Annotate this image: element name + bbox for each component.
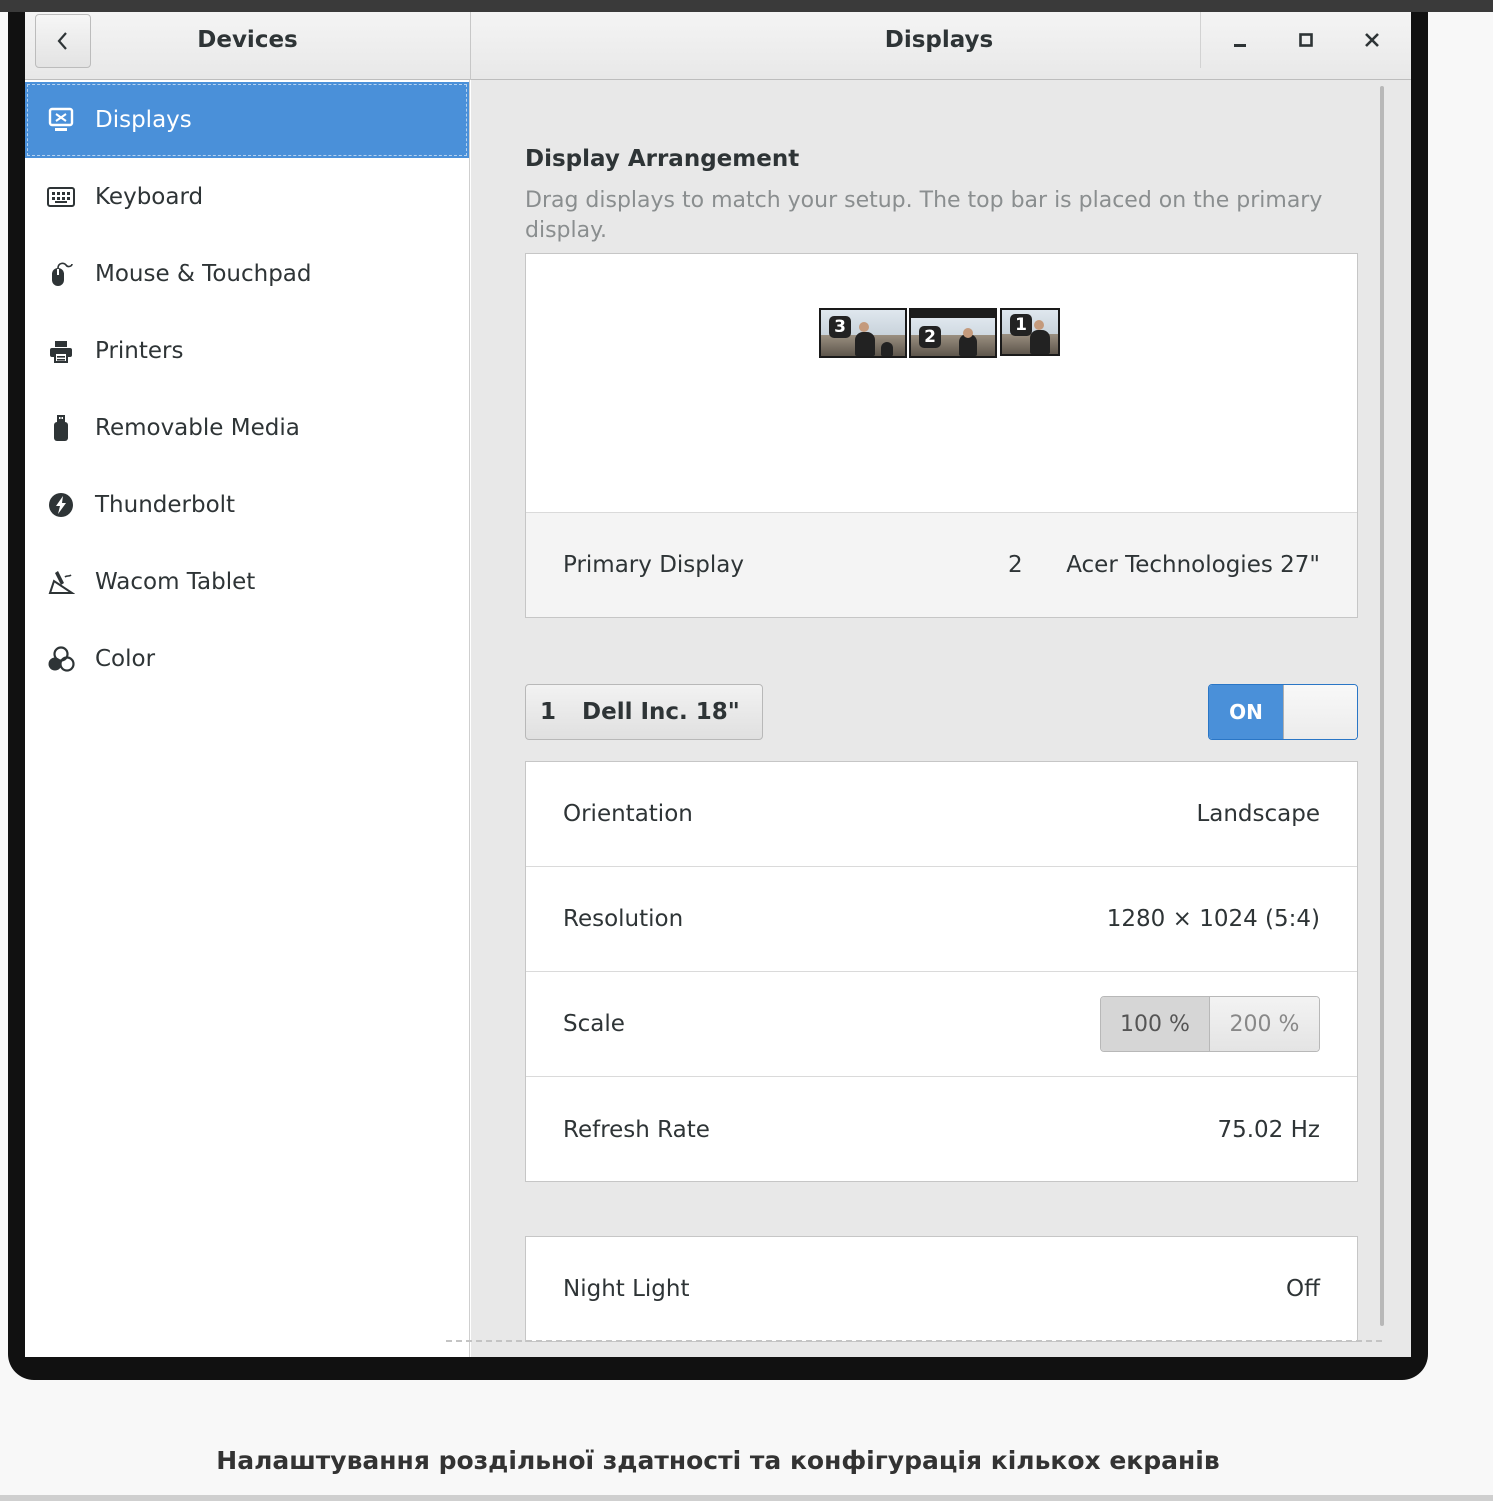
refresh-rate-value: 75.02 Hz	[1217, 1116, 1320, 1143]
wallpaper-figure-head	[859, 322, 869, 332]
section-title: Display Arrangement	[525, 146, 800, 172]
resolution-label: Resolution	[563, 906, 684, 932]
tablet-pen-icon	[47, 568, 75, 596]
monitor-thumbnail-3[interactable]: 3	[819, 308, 907, 358]
resolution-value: 1280 × 1024 (5:4)	[1106, 906, 1320, 932]
orientation-label: Orientation	[563, 801, 693, 827]
sidebar-item-label: Displays	[95, 107, 192, 133]
scale-option-200[interactable]: 200 %	[1210, 997, 1319, 1051]
sidebar-item-thunderbolt[interactable]: Thunderbolt	[25, 467, 469, 543]
thunderbolt-icon	[47, 491, 75, 519]
sidebar-item-label: Color	[95, 646, 156, 672]
orientation-value: Landscape	[1196, 801, 1320, 827]
switch-knob	[1283, 685, 1357, 739]
close-icon	[1365, 33, 1379, 47]
monitor-thumbnail-1[interactable]: 1	[1000, 308, 1060, 356]
mouse-icon	[47, 260, 75, 288]
minimize-icon	[1234, 44, 1246, 47]
sidebar-title: Devices	[197, 27, 298, 53]
selected-display-number: 1	[540, 699, 557, 725]
bottom-page-edge	[0, 1495, 1493, 1501]
displays-panel: Display Arrangement Drag displays to mat…	[471, 80, 1411, 1357]
sidebar-item-label: Printers	[95, 338, 184, 364]
sidebar-item-label: Wacom Tablet	[95, 569, 256, 595]
section-description: Drag displays to match your setup. The t…	[525, 188, 1323, 243]
refresh-rate-row[interactable]: Refresh Rate 75.02 Hz	[526, 1077, 1357, 1182]
maximize-icon	[1299, 33, 1313, 47]
orientation-row[interactable]: Orientation Landscape	[526, 762, 1357, 867]
sidebar-item-label: Keyboard	[95, 184, 204, 210]
sidebar-item-wacom-tablet[interactable]: Wacom Tablet	[25, 544, 469, 620]
sidebar-item-displays[interactable]: Displays	[25, 82, 469, 158]
sidebar-item-printers[interactable]: Printers	[25, 313, 469, 389]
scale-toggle-group: 100 % 200 %	[1100, 996, 1320, 1052]
night-light-label: Night Light	[563, 1276, 690, 1302]
night-light-value: Off	[1286, 1276, 1320, 1302]
close-button[interactable]	[1350, 18, 1394, 62]
wallpaper-figure-head	[963, 328, 973, 338]
usb-drive-icon	[47, 414, 75, 442]
sidebar-item-mouse-touchpad[interactable]: Mouse & Touchpad	[25, 236, 469, 312]
scale-option-100[interactable]: 100 %	[1101, 997, 1210, 1051]
primary-display-number: 2	[1008, 552, 1023, 578]
wallpaper-figure	[1030, 330, 1050, 354]
keyboard-icon	[47, 183, 75, 211]
sidebar: Displays Keyboard Mouse & Touchpad Print…	[25, 80, 470, 1357]
controls-divider	[1200, 12, 1201, 68]
resolution-row[interactable]: Resolution 1280 × 1024 (5:4)	[526, 867, 1357, 972]
switch-on-label: ON	[1209, 685, 1283, 739]
display-settings-list: Orientation Landscape Resolution 1280 × …	[525, 761, 1358, 1182]
wallpaper-figure	[855, 332, 875, 356]
settings-window: Devices Displays Displays Keyboard Mouse…	[25, 12, 1411, 1357]
display-icon	[47, 106, 75, 134]
page-title: Displays	[884, 27, 994, 53]
maximize-button[interactable]	[1284, 18, 1328, 62]
sidebar-item-label: Removable Media	[95, 415, 300, 441]
header-bar: Devices Displays	[25, 12, 1411, 80]
wallpaper-figure-head	[1034, 320, 1044, 330]
top-window-edge	[0, 0, 1493, 12]
scroll-edge-indicator	[446, 1340, 1382, 1342]
scale-label: Scale	[563, 1011, 625, 1037]
monitor-number-badge: 3	[829, 316, 851, 338]
night-light-row[interactable]: Night Light Off	[525, 1236, 1358, 1342]
sidebar-item-label: Thunderbolt	[95, 492, 236, 518]
minimize-button[interactable]	[1218, 18, 1262, 62]
refresh-rate-label: Refresh Rate	[563, 1116, 710, 1143]
color-circles-icon	[47, 645, 75, 673]
display-power-switch[interactable]: ON	[1208, 684, 1358, 740]
figure-caption: Налаштування роздільної здатності та кон…	[216, 1446, 1220, 1475]
sidebar-item-removable-media[interactable]: Removable Media	[25, 390, 469, 466]
monitor-thumbnail-2[interactable]: 2	[909, 308, 997, 358]
sidebar-item-color[interactable]: Color	[25, 621, 469, 697]
scrollbar[interactable]	[1380, 86, 1384, 1326]
display-arrangement-box: 3 2 1 Primary Display 2 Acer Technologie…	[525, 253, 1358, 618]
arrangement-canvas: 3 2 1	[526, 254, 1357, 512]
selected-display-name: Dell Inc. 18"	[582, 699, 740, 725]
primary-display-row[interactable]: Primary Display 2 Acer Technologies 27"	[526, 512, 1357, 617]
scale-row: Scale 100 % 200 %	[526, 972, 1357, 1077]
monitor-number-badge: 2	[919, 326, 941, 348]
wallpaper-figure	[881, 342, 893, 356]
primary-display-label: Primary Display	[563, 552, 744, 578]
sidebar-item-label: Mouse & Touchpad	[95, 261, 312, 287]
monitor-number-badge: 1	[1010, 314, 1032, 336]
sidebar-item-keyboard[interactable]: Keyboard	[25, 159, 469, 235]
display-selector-button[interactable]: 1 Dell Inc. 18"	[525, 684, 763, 740]
primary-display-name: Acer Technologies 27"	[1066, 552, 1320, 578]
printer-icon	[47, 337, 75, 365]
